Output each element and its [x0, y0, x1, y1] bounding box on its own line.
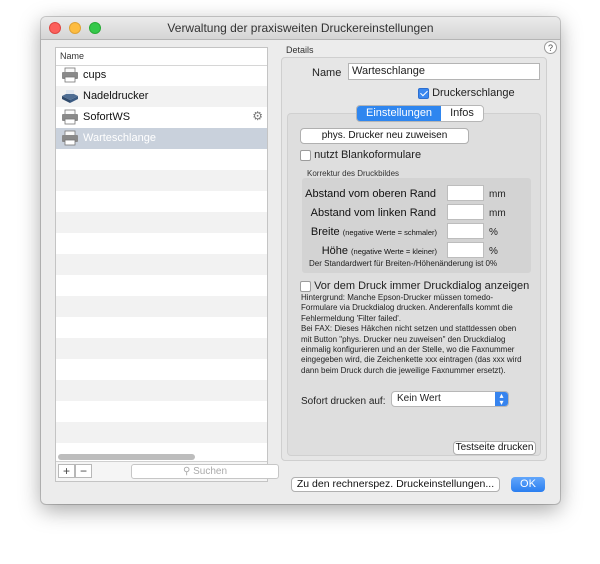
width-label-row: Breite (negative Werte = schmaler) — [311, 226, 437, 238]
default-note: Der Standardwert für Breiten-/Höhenänder… — [309, 259, 498, 268]
details-label: Details — [286, 45, 314, 55]
remove-printer-button[interactable]: − — [75, 464, 92, 478]
empty-row — [56, 212, 267, 233]
printer-label: Warteschlange — [83, 132, 156, 144]
offset-left-label: Abstand vom linken Rand — [310, 207, 436, 219]
help-text-paragraph: Hintergrund: Manche Epson-Drucker müssen… — [301, 293, 513, 323]
printer-list: Name cups Nadeldrucker SofortWS ⚙ Wartes… — [55, 47, 279, 482]
width-field[interactable] — [447, 223, 484, 239]
horizontal-scrollbar[interactable] — [58, 454, 195, 460]
list-header-name[interactable]: Name — [56, 48, 267, 66]
blank-forms-label: nutzt Blankoformulare — [314, 149, 422, 161]
druckerschlange-label: Druckerschlange — [432, 87, 515, 99]
name-label: Name — [312, 67, 342, 79]
sofort-select[interactable]: Kein Wert ▴ ▾ — [391, 391, 509, 407]
empty-row — [56, 296, 267, 317]
offset-left-unit: mm — [489, 208, 506, 219]
offset-top-unit: mm — [489, 189, 506, 200]
settings-button[interactable]: Zu den rechnerspez. Druckeinstellungen..… — [291, 477, 500, 492]
sofort-value: Kein Wert — [397, 393, 441, 404]
printer-row-sofortws[interactable]: SofortWS ⚙ — [56, 107, 267, 128]
search-input[interactable]: ⚲ Suchen — [131, 464, 279, 479]
offset-top-field[interactable] — [447, 185, 484, 201]
help-text: Hintergrund: Manche Epson-Drucker müssen… — [301, 293, 526, 376]
tab-infos[interactable]: Infos — [441, 106, 483, 121]
printer-label: SofortWS — [83, 111, 131, 123]
updown-arrows-icon: ▴ ▾ — [495, 392, 508, 407]
height-field[interactable] — [447, 242, 484, 258]
blank-forms-checkbox[interactable] — [300, 149, 311, 161]
dialog-label: Vor dem Druck immer Druckdialog anzeigen — [314, 280, 530, 292]
empty-row — [56, 233, 267, 254]
height-label: Höhe — [321, 245, 348, 257]
name-field[interactable]: Warteschlange — [348, 63, 540, 80]
printer-row-warteschlange[interactable]: Warteschlange — [56, 128, 267, 149]
empty-row — [56, 275, 267, 296]
printer-row-nadeldrucker[interactable]: Nadeldrucker — [56, 86, 267, 107]
empty-row — [56, 401, 267, 422]
tab-einstellungen[interactable]: Einstellungen — [357, 106, 442, 121]
blank-forms-checkbox-row[interactable]: nutzt Blankoformulare — [300, 149, 421, 161]
add-printer-button[interactable]: + — [58, 464, 75, 478]
empty-row — [56, 359, 267, 380]
width-hint: (negative Werte = schmaler) — [342, 228, 437, 237]
gear-icon[interactable]: ⚙ — [252, 109, 263, 123]
empty-row — [56, 317, 267, 338]
printer-label: cups — [83, 69, 107, 81]
offset-left-field[interactable] — [447, 204, 484, 220]
empty-row — [56, 149, 267, 170]
correction-group-label: Korrektur des Druckbildes — [307, 169, 400, 178]
printer-icon — [62, 109, 78, 125]
empty-row — [56, 422, 267, 443]
empty-row — [56, 191, 267, 212]
list-footer: + − ⚲ Suchen — [56, 461, 279, 481]
dot-matrix-printer-icon — [62, 90, 78, 103]
dialog-checkbox[interactable] — [300, 280, 311, 292]
ok-button[interactable]: OK — [511, 477, 545, 492]
width-unit: % — [489, 227, 498, 238]
empty-row — [56, 338, 267, 359]
printer-row-cups[interactable]: cups — [56, 65, 267, 86]
printer-label: Nadeldrucker — [83, 90, 149, 102]
height-hint: (negative Werte = kleiner) — [351, 247, 437, 256]
test-print-button[interactable]: Testseite drucken — [453, 441, 536, 455]
window-title: Verwaltung der praxisweiten Druckereinst… — [167, 21, 434, 35]
empty-row — [56, 254, 267, 275]
printer-icon — [62, 130, 78, 146]
empty-row — [56, 380, 267, 401]
help-button[interactable]: ? — [544, 41, 557, 54]
width-label: Breite — [310, 226, 340, 238]
printer-rows: cups Nadeldrucker SofortWS ⚙ Warteschlan… — [56, 65, 267, 443]
titlebar: Verwaltung der praxisweiten Druckereinst… — [41, 17, 560, 40]
search-placeholder: Suchen — [193, 466, 228, 477]
tab-segmented-control: Einstellungen Infos — [356, 105, 484, 122]
main-window: Verwaltung der praxisweiten Druckereinst… — [41, 17, 560, 504]
offset-top-label: Abstand vom oberen Rand — [305, 188, 436, 200]
dialog-checkbox-row[interactable]: Vor dem Druck immer Druckdialog anzeigen — [300, 280, 529, 292]
help-text-paragraph: Bei FAX: Dieses Häkchen nicht setzen und… — [301, 324, 522, 375]
druckerschlange-checkbox-row[interactable]: Druckerschlange — [418, 87, 515, 99]
reassign-printer-button[interactable]: phys. Drucker neu zuweisen — [300, 128, 469, 144]
druckerschlange-checkbox[interactable] — [418, 87, 429, 99]
height-label-row: Höhe (negative Werte = kleiner) — [322, 245, 437, 257]
sofort-label: Sofort drucken auf: — [301, 396, 386, 407]
empty-row — [56, 170, 267, 191]
search-icon: ⚲ — [182, 466, 191, 477]
height-unit: % — [489, 246, 498, 257]
printer-icon — [62, 67, 78, 83]
